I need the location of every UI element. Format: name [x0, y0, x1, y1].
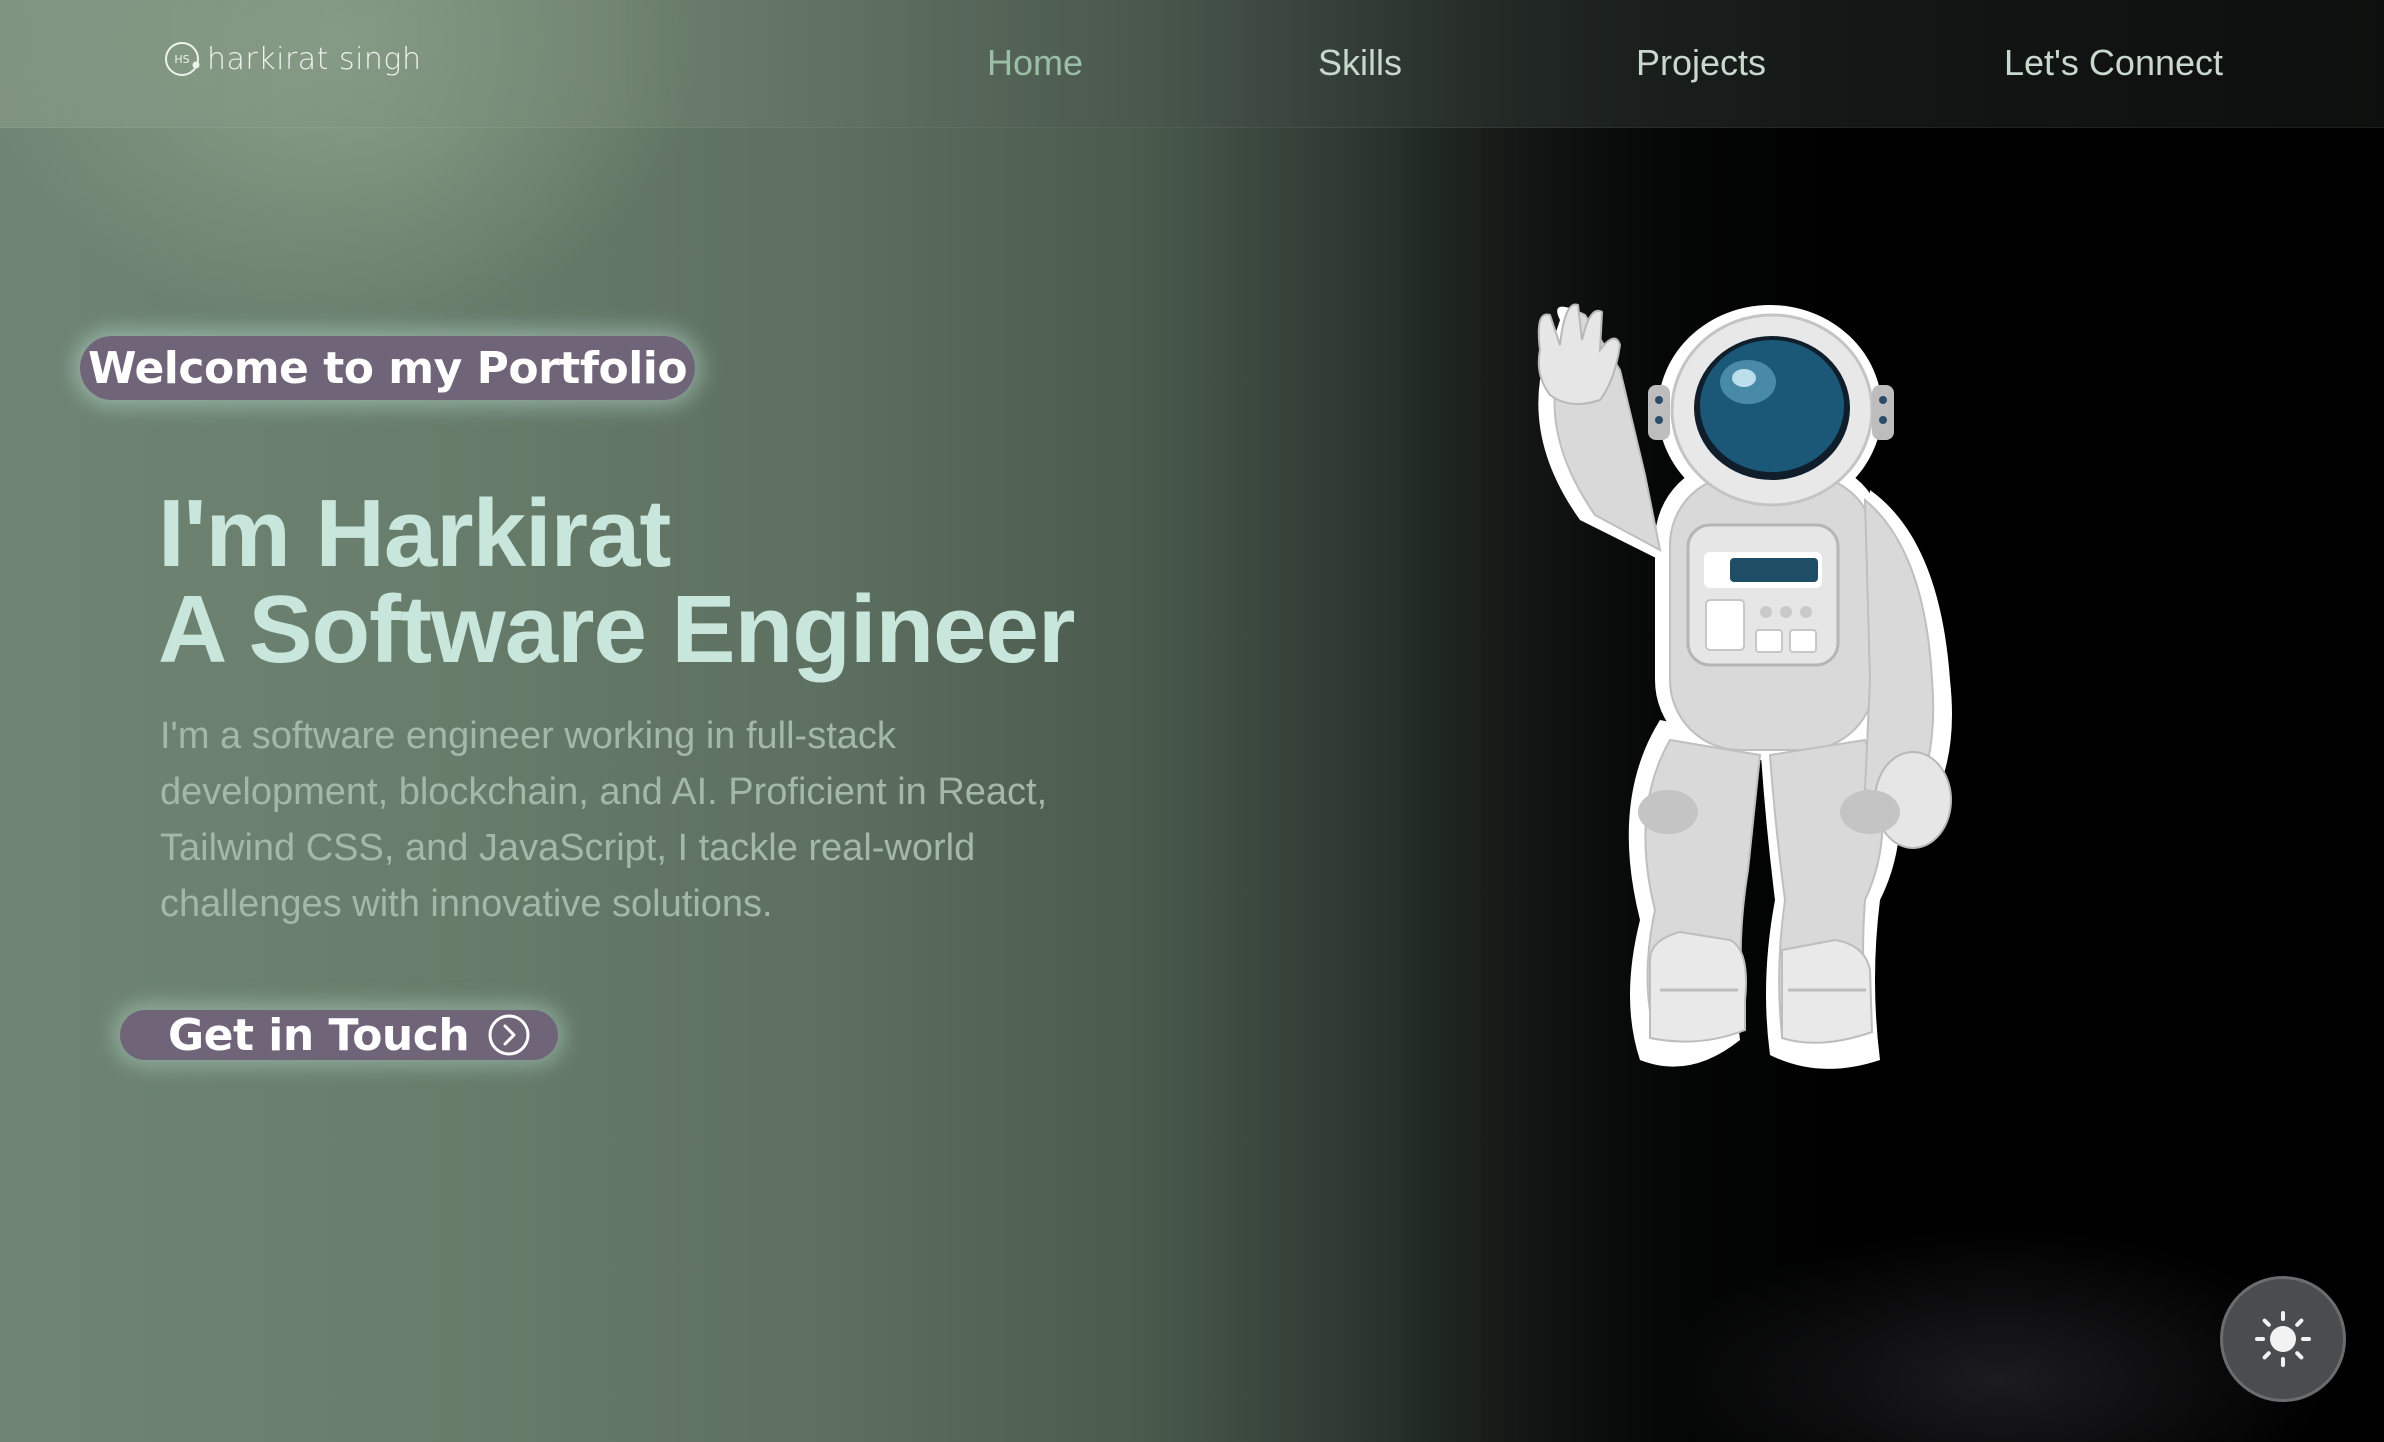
- hero-title: I'm Harkirat A Software Engineer: [158, 480, 1075, 683]
- nav-link-skills[interactable]: Skills: [1318, 42, 1402, 84]
- portfolio-page: HS harkirat singh Home Skills Projects L…: [0, 0, 2384, 1442]
- get-in-touch-label: Get in Touch: [168, 1009, 470, 1061]
- welcome-badge-text: Welcome to my Portfolio: [88, 342, 688, 394]
- logo-text: harkirat singh: [207, 41, 422, 77]
- nav-link-lets-connect[interactable]: Let's Connect: [2004, 42, 2223, 84]
- hero-title-line-2: A Software Engineer: [158, 576, 1075, 683]
- hero-description: I'm a software engineer working in full-…: [160, 715, 1048, 925]
- nav-link-home[interactable]: Home: [987, 42, 1083, 84]
- svg-text:HS: HS: [174, 53, 189, 66]
- sun-icon: [2255, 1311, 2311, 1367]
- welcome-badge: Welcome to my Portfolio: [80, 336, 696, 400]
- site-logo[interactable]: HS harkirat singh: [163, 40, 421, 78]
- astronaut-illustration: [1537, 303, 1952, 1069]
- navbar: HS harkirat singh Home Skills Projects L…: [0, 0, 2384, 128]
- get-in-touch-button[interactable]: Get in Touch: [120, 1009, 558, 1061]
- hero-title-line-1: I'm Harkirat: [158, 480, 671, 587]
- hs-logo-icon: HS: [165, 42, 200, 76]
- theme-toggle-button[interactable]: [2220, 1276, 2346, 1402]
- nav-link-projects[interactable]: Projects: [1636, 42, 1766, 84]
- chevron-circle-right-icon: [488, 1014, 530, 1056]
